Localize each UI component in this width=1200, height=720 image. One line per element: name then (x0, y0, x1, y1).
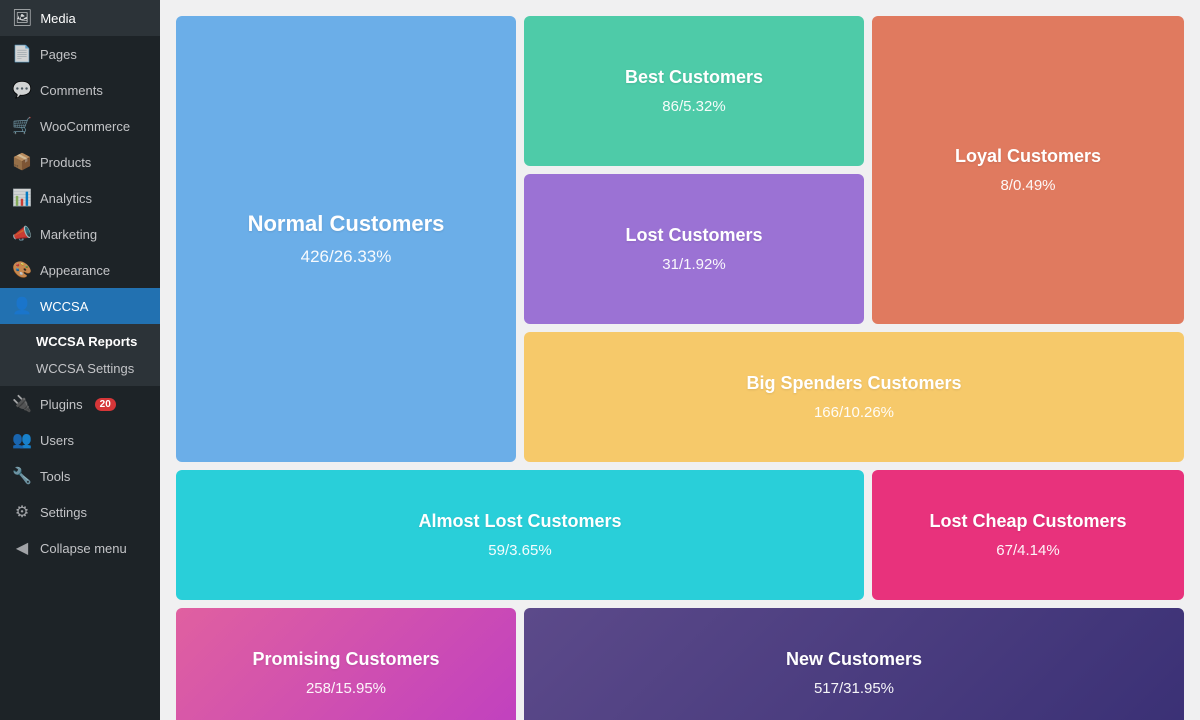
sidebar-label-products: Products (40, 155, 91, 170)
sidebar-item-pages[interactable]: 📄 Pages (0, 36, 160, 72)
card-bigspenders-value: 166/10.26% (814, 404, 894, 421)
plugins-badge: 20 (95, 398, 116, 411)
sidebar-item-settings[interactable]: ⚙ Settings (0, 494, 160, 530)
card-bigspenders-customers[interactable]: Big Spenders Customers 166/10.26% (524, 332, 1184, 462)
comments-icon: 💬 (12, 80, 32, 100)
card-new-title: New Customers (786, 649, 922, 670)
woocommerce-icon: 🛒 (12, 116, 32, 136)
card-best-title: Best Customers (625, 67, 763, 88)
card-new-value: 517/31.95% (814, 680, 894, 697)
sidebar-item-plugins[interactable]: 🔌 Plugins 20 (0, 386, 160, 422)
users-icon: 👥 (12, 430, 32, 450)
cards-grid: Normal Customers 426/26.33% Best Custome… (176, 16, 1184, 720)
sidebar-label-plugins: Plugins (40, 397, 83, 412)
settings-icon: ⚙ (12, 502, 32, 522)
card-promising-value: 258/15.95% (306, 680, 386, 697)
sidebar-item-analytics[interactable]: 📊 Analytics (0, 180, 160, 216)
sidebar-item-appearance[interactable]: 🎨 Appearance (0, 252, 160, 288)
pages-icon: 📄 (12, 44, 32, 64)
sidebar-item-marketing[interactable]: 📣 Marketing (0, 216, 160, 252)
sidebar-item-collapse[interactable]: ◀ Collapse menu (0, 530, 160, 566)
card-almostlost-title: Almost Lost Customers (418, 511, 621, 532)
sidebar-submenu-reports[interactable]: WCCSA Reports (0, 328, 160, 355)
card-normal-value: 426/26.33% (301, 247, 392, 267)
tools-icon: 🔧 (12, 466, 32, 486)
sidebar-item-tools[interactable]: 🔧 Tools (0, 458, 160, 494)
card-almostlost-value: 59/3.65% (488, 542, 551, 559)
card-normal-title: Normal Customers (248, 211, 445, 237)
plugins-icon: 🔌 (12, 394, 32, 414)
sidebar-item-comments[interactable]: 💬 Comments (0, 72, 160, 108)
sidebar-item-users[interactable]: 👥 Users (0, 422, 160, 458)
analytics-icon: 📊 (12, 188, 32, 208)
collapse-icon: ◀ (12, 538, 32, 558)
card-normal-customers[interactable]: Normal Customers 426/26.33% (176, 16, 516, 462)
card-lostcheap-customers[interactable]: Lost Cheap Customers 67/4.14% (872, 470, 1184, 600)
card-loyal-title: Loyal Customers (955, 146, 1101, 167)
sidebar-item-woocommerce[interactable]: 🛒 WooCommerce (0, 108, 160, 144)
card-lostcheap-title: Lost Cheap Customers (929, 511, 1126, 532)
products-icon: 📦 (12, 152, 32, 172)
sidebar-label-appearance: Appearance (40, 263, 110, 278)
marketing-icon: 📣 (12, 224, 32, 244)
card-lost-customers[interactable]: Lost Customers 31/1.92% (524, 174, 864, 324)
sidebar-label-marketing: Marketing (40, 227, 97, 242)
wccsa-icon: 👤 (12, 296, 32, 316)
sidebar-label-users: Users (40, 433, 74, 448)
sidebar-label-media: Media (40, 11, 75, 26)
card-loyal-customers[interactable]: Loyal Customers 8/0.49% (872, 16, 1184, 324)
card-lost-title: Lost Customers (625, 225, 762, 246)
card-promising-title: Promising Customers (252, 649, 439, 670)
sidebar-label-tools: Tools (40, 469, 70, 484)
sidebar-item-wccsa[interactable]: 👤 WCCSA (0, 288, 160, 324)
sidebar-label-comments: Comments (40, 83, 103, 98)
card-new-customers[interactable]: New Customers 517/31.95% (524, 608, 1184, 720)
sidebar-label-wccsa: WCCSA (40, 299, 88, 314)
main-content: Normal Customers 426/26.33% Best Custome… (160, 0, 1200, 720)
sidebar-label-analytics: Analytics (40, 191, 92, 206)
sidebar-label-pages: Pages (40, 47, 77, 62)
card-best-customers[interactable]: Best Customers 86/5.32% (524, 16, 864, 166)
sidebar-label-settings: Settings (40, 505, 87, 520)
appearance-icon: 🎨 (12, 260, 32, 280)
card-lostcheap-value: 67/4.14% (996, 542, 1059, 559)
card-loyal-value: 8/0.49% (1000, 177, 1055, 194)
media-icon: 🖼 (12, 8, 32, 28)
card-bigspenders-title: Big Spenders Customers (746, 373, 961, 394)
sidebar-label-collapse: Collapse menu (40, 541, 127, 556)
sidebar-item-media[interactable]: 🖼 Media (0, 0, 160, 36)
sidebar-item-products[interactable]: 📦 Products (0, 144, 160, 180)
card-promising-customers[interactable]: Promising Customers 258/15.95% (176, 608, 516, 720)
card-almostlost-customers[interactable]: Almost Lost Customers 59/3.65% (176, 470, 864, 600)
sidebar-label-woocommerce: WooCommerce (40, 119, 130, 134)
sidebar: 🖼 Media 📄 Pages 💬 Comments 🛒 WooCommerce… (0, 0, 160, 720)
sidebar-submenu-settings[interactable]: WCCSA Settings (0, 355, 160, 382)
card-best-value: 86/5.32% (662, 98, 725, 115)
card-lost-value: 31/1.92% (662, 256, 725, 273)
wccsa-submenu: WCCSA Reports WCCSA Settings (0, 324, 160, 386)
